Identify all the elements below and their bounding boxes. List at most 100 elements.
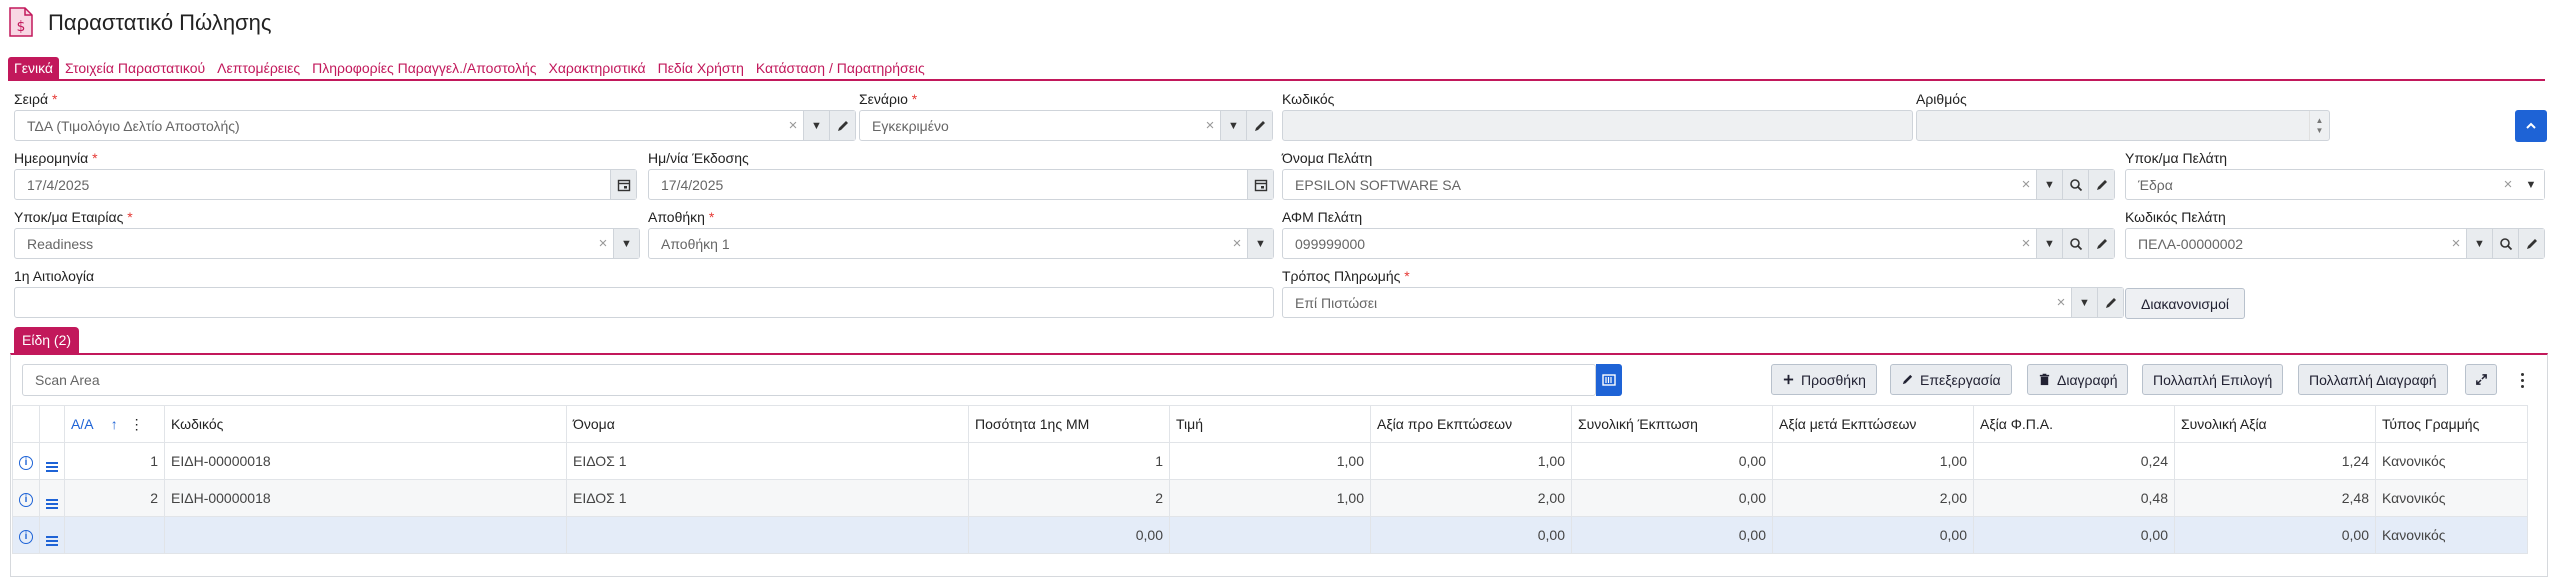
column-header-total-discount[interactable]: Συνολική Έκπτωση xyxy=(1571,405,1773,443)
column-header-quantity[interactable]: Ποσότητα 1ης ΜΜ xyxy=(968,405,1170,443)
tab-status-notes[interactable]: Κατάσταση / Παρατηρήσεις xyxy=(750,57,931,79)
edit-button[interactable]: Επεξεργασία xyxy=(1890,364,2012,395)
cell-aa xyxy=(64,516,165,554)
tab-user-fields[interactable]: Πεδία Χρήστη xyxy=(652,57,750,79)
table-row[interactable]: i 2 ΕΙΔΗ-00000018 ΕΙΔΟΣ 1 2 1,00 2,00 0,… xyxy=(12,479,2528,517)
pencil-icon[interactable] xyxy=(2088,170,2114,199)
customer-code-select[interactable]: ΠΕΛΑ-00000002 × ▼ xyxy=(2125,228,2545,259)
multi-select-button[interactable]: Πολλαπλή Επιλογή xyxy=(2142,364,2284,395)
document-dollar-icon: $ xyxy=(9,7,33,37)
table-row[interactable]: i 1 ΕΙΔΗ-00000018 ΕΙΔΟΣ 1 1 1,00 1,00 0,… xyxy=(12,442,2528,480)
sort-up-icon[interactable]: ↑ xyxy=(111,416,118,432)
column-menu-icon[interactable]: ⋮ xyxy=(130,416,144,432)
payment-method-select[interactable]: Επί Πιστώσει × ▼ xyxy=(1282,287,2124,318)
chevron-down-icon[interactable]: ▼ xyxy=(803,111,829,140)
date-field[interactable]: 17/4/2025 xyxy=(14,169,637,200)
chevron-down-icon[interactable]: ▼ xyxy=(2518,170,2544,199)
cell-price xyxy=(1169,516,1371,554)
tab-general[interactable]: Γενικά xyxy=(8,57,59,79)
clear-icon[interactable]: × xyxy=(2446,235,2466,252)
scenario-label: Σενάριο * xyxy=(859,91,918,107)
column-header-total-value[interactable]: Συνολική Αξία xyxy=(2174,405,2376,443)
column-header-price[interactable]: Τιμή xyxy=(1169,405,1371,443)
tab-document-details[interactable]: Στοιχεία Παραστατικού xyxy=(59,57,211,79)
reason-field[interactable] xyxy=(14,287,1274,318)
column-header-value-after-discount[interactable]: Αξία μετά Εκπτώσεων xyxy=(1772,405,1974,443)
cell-quantity: 2 xyxy=(968,479,1170,517)
scan-area-input[interactable]: Scan Area xyxy=(22,364,1596,396)
chevron-down-icon[interactable]: ▼ xyxy=(1247,229,1273,258)
cell-total-discount: 0,00 xyxy=(1571,479,1773,517)
pencil-icon[interactable] xyxy=(1246,111,1272,140)
chevron-down-icon[interactable]: ▼ xyxy=(1220,111,1246,140)
column-header-vat-value[interactable]: Αξία Φ.Π.Α. xyxy=(1973,405,2175,443)
code-label: Κωδικός xyxy=(1282,91,1335,107)
row-menu-icon[interactable] xyxy=(39,479,65,517)
search-icon[interactable] xyxy=(2492,229,2518,258)
pencil-icon[interactable] xyxy=(2518,229,2544,258)
pencil-icon[interactable] xyxy=(2088,229,2114,258)
clear-icon[interactable]: × xyxy=(2016,235,2036,252)
warehouse-label: Αποθήκη * xyxy=(648,209,715,225)
clear-icon[interactable]: × xyxy=(2051,294,2071,311)
search-icon[interactable] xyxy=(2062,170,2088,199)
customer-vat-select[interactable]: 099999000 × ▼ xyxy=(1282,228,2115,259)
add-button[interactable]: Προσθήκη xyxy=(1771,364,1877,395)
clear-icon[interactable]: × xyxy=(593,235,613,252)
column-header-name[interactable]: Όνομα xyxy=(566,405,969,443)
grid-header-row: Α/Α ↑ ⋮ Κωδικός Όνομα Ποσότητα 1ης ΜΜ Τι… xyxy=(12,405,2528,443)
more-options-icon[interactable] xyxy=(2516,368,2528,392)
tab-details[interactable]: Λεπτομέρειες xyxy=(211,57,306,79)
clear-icon[interactable]: × xyxy=(2016,176,2036,193)
multi-delete-button[interactable]: Πολλαπλή Διαγραφή xyxy=(2298,364,2448,395)
cell-total-discount: 0,00 xyxy=(1571,442,1773,480)
chevron-down-icon[interactable]: ▼ xyxy=(2071,288,2097,317)
cell-price: 1,00 xyxy=(1169,442,1371,480)
delete-button[interactable]: Διαγραφή xyxy=(2027,364,2129,395)
scenario-select[interactable]: Εγκεκριμένο × ▼ xyxy=(859,110,1273,141)
tab-order-shipping-info[interactable]: Πληροφορίες Παραγγελ./Αποστολής xyxy=(306,57,542,79)
company-branch-select[interactable]: Readiness × ▼ xyxy=(14,228,640,259)
clear-icon[interactable]: × xyxy=(1227,235,1247,252)
search-icon[interactable] xyxy=(2062,229,2088,258)
calendar-icon[interactable] xyxy=(610,170,636,199)
column-header-aa[interactable]: Α/Α ↑ ⋮ xyxy=(64,405,165,443)
column-header-code[interactable]: Κωδικός xyxy=(164,405,567,443)
series-select[interactable]: ΤΔΑ (Τιμολόγιο Δελτίο Αποστολής) × ▼ xyxy=(14,110,856,141)
clear-icon[interactable]: × xyxy=(1200,117,1220,134)
customer-name-select[interactable]: EPSILON SOFTWARE SA × ▼ xyxy=(1282,169,2115,200)
column-header-line-type[interactable]: Τύπος Γραμμής xyxy=(2375,405,2528,443)
settlements-button[interactable]: Διακανονισμοί xyxy=(2125,288,2245,319)
warehouse-select[interactable]: Αποθήκη 1 × ▼ xyxy=(648,228,1274,259)
cell-line-type: Κανονικός xyxy=(2375,442,2528,480)
calendar-icon[interactable] xyxy=(1247,170,1273,199)
row-menu-icon[interactable] xyxy=(39,442,65,480)
tab-bar: Γενικά Στοιχεία Παραστατικού Λεπτομέρειε… xyxy=(8,57,931,79)
info-icon[interactable]: i xyxy=(12,479,40,517)
cell-code: ΕΙΔΗ-00000018 xyxy=(164,479,567,517)
cell-quantity: 1 xyxy=(968,442,1170,480)
tab-characteristics[interactable]: Χαρακτηριστικά xyxy=(542,57,651,79)
number-spinner[interactable]: ▲ ▼ xyxy=(2309,111,2329,140)
pencil-icon[interactable] xyxy=(2097,288,2123,317)
cell-vat-value: 0,24 xyxy=(1973,442,2175,480)
chevron-down-icon[interactable]: ▼ xyxy=(2036,170,2062,199)
info-icon[interactable]: i xyxy=(12,516,40,554)
expand-icon[interactable] xyxy=(2465,364,2497,395)
pencil-icon[interactable] xyxy=(829,111,855,140)
issue-date-field[interactable]: 17/4/2025 xyxy=(648,169,1274,200)
totals-row[interactable]: i 0,00 0,00 0,00 0,00 0,00 0,00 Κανονικό… xyxy=(12,516,2528,554)
chevron-down-icon[interactable]: ▼ xyxy=(613,229,639,258)
row-menu-icon[interactable] xyxy=(39,516,65,554)
clear-icon[interactable]: × xyxy=(2498,176,2518,193)
chevron-down-icon[interactable]: ▼ xyxy=(2036,229,2062,258)
column-header-value-before-discount[interactable]: Αξία προ Εκπτώσεων xyxy=(1370,405,1572,443)
items-tab[interactable]: Είδη (2) xyxy=(14,327,80,353)
barcode-icon[interactable] xyxy=(1596,364,1622,396)
info-icon[interactable]: i xyxy=(12,442,40,480)
clear-icon[interactable]: × xyxy=(783,117,803,134)
chevron-down-icon[interactable]: ▼ xyxy=(2466,229,2492,258)
items-grid: Α/Α ↑ ⋮ Κωδικός Όνομα Ποσότητα 1ης ΜΜ Τι… xyxy=(12,405,2528,554)
collapse-button[interactable] xyxy=(2515,110,2547,142)
customer-branch-select[interactable]: Έδρα × ▼ xyxy=(2125,169,2545,200)
